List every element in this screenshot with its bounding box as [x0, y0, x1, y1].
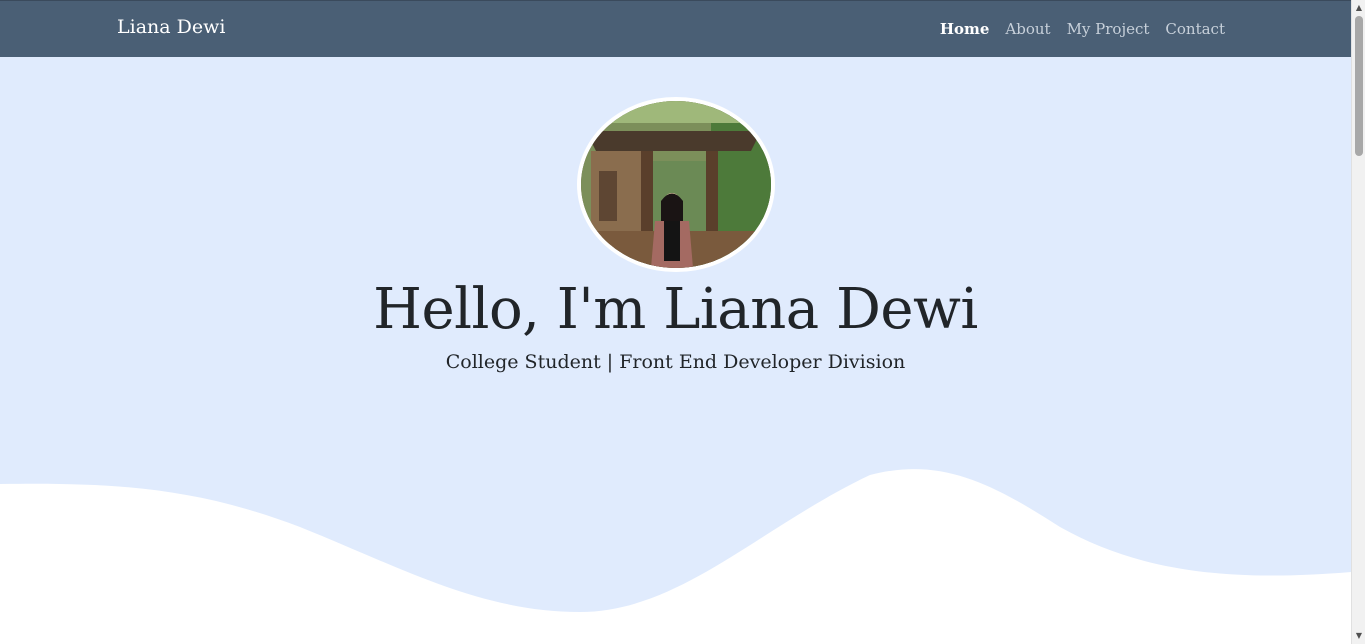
page-scrollbar[interactable]: ▲ ▼	[1351, 0, 1365, 644]
navbar: Liana Dewi Home About My Project Contact	[0, 0, 1351, 57]
hero-section: Hello, I'm Liana Dewi College Student | …	[0, 57, 1351, 644]
nav-link-about[interactable]: About	[1005, 20, 1050, 38]
hero-title: Hello, I'm Liana Dewi	[373, 277, 978, 342]
hero-subtitle: College Student | Front End Developer Di…	[445, 351, 906, 373]
scroll-up-arrow-icon[interactable]: ▲	[1354, 2, 1364, 14]
profile-photo-icon	[581, 101, 771, 268]
navbar-brand[interactable]: Liana Dewi	[117, 16, 225, 38]
scroll-thumb[interactable]	[1355, 16, 1363, 156]
profile-avatar	[577, 97, 775, 272]
scroll-down-arrow-icon[interactable]: ▼	[1354, 630, 1364, 642]
nav-link-home[interactable]: Home	[940, 20, 990, 38]
nav-links: Home About My Project Contact	[940, 20, 1225, 38]
nav-link-my-project[interactable]: My Project	[1067, 20, 1150, 38]
nav-link-contact[interactable]: Contact	[1165, 20, 1225, 38]
